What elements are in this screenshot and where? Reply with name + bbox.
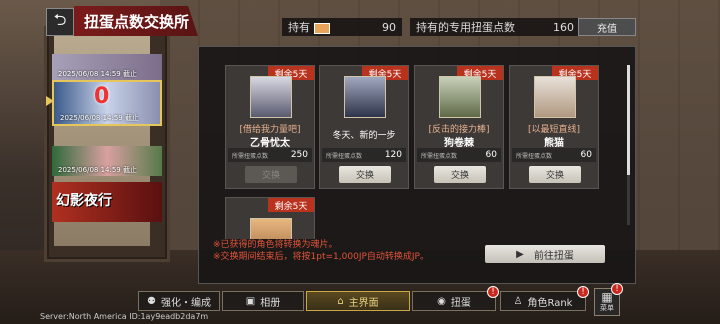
- go-to-gacha-label: 前往扭蛋: [533, 250, 574, 262]
- banner-item[interactable]: 2025/06/08 14:59 截止: [52, 54, 162, 80]
- nav-rank-label: 角色Rank: [527, 297, 573, 309]
- album-icon: ▣: [245, 295, 256, 307]
- exchange-button[interactable]: 交换: [529, 166, 581, 183]
- menu-label: 菜单: [600, 304, 614, 312]
- alert-badge-icon: !: [487, 286, 499, 298]
- cost-row: 所需扭蛋点数 250: [228, 148, 312, 162]
- nav-rank[interactable]: ♙ 角色Rank !: [500, 286, 589, 311]
- character-name: 狗卷棘: [444, 138, 474, 149]
- cost-value: 60: [485, 150, 497, 160]
- menu-button[interactable]: ▦ 菜单 !: [594, 283, 623, 316]
- held-value: 90: [382, 20, 396, 34]
- exchange-card: 剩余5天 [以最短直线] 熊猫 所需扭蛋点数 60 交换: [509, 65, 599, 189]
- banner-date: 2025/06/08 14:59 截止: [60, 114, 139, 122]
- banner-date: 2025/06/08 14:59 截止: [58, 70, 137, 78]
- exchange-card: 剩余5天 冬天、新的一步 所需扭蛋点数 120 交换: [319, 65, 409, 189]
- exchange-card: 剩余5天 [借给我力量吧] 乙骨忧太 所需扭蛋点数 250 交换: [225, 65, 315, 189]
- banner-item-selected[interactable]: 0 2025/06/08 14:59 截止: [52, 80, 162, 126]
- held-label-group: 持有: [288, 19, 330, 35]
- nav-album[interactable]: ▣ 相册: [222, 291, 304, 311]
- exchange-card: 剩余5天 [反击的接力棒] 狗卷棘 所需扭蛋点数 60 交换: [414, 65, 504, 189]
- recharge-button[interactable]: 充值: [578, 18, 636, 36]
- exchange-panel: 剩余5天 [借给我力量吧] 乙骨忧太 所需扭蛋点数 250 交换 剩余5天 冬天…: [198, 46, 636, 284]
- back-arrow-icon: ⮌: [53, 9, 67, 29]
- nav-main[interactable]: ⌂ 主界面: [306, 291, 410, 311]
- banner-item[interactable]: 幻影夜行: [52, 182, 162, 222]
- banner-logo: 幻影夜行: [56, 193, 112, 209]
- nav-album-label: 相册: [260, 297, 281, 309]
- selected-indicator-icon: [46, 96, 54, 106]
- cost-value: 250: [290, 150, 308, 160]
- nav-strengthen[interactable]: ⚉ 强化・编成: [138, 291, 220, 311]
- cost-row: 所需扭蛋点数 60: [512, 148, 596, 162]
- exchange-button[interactable]: 交换: [434, 166, 486, 183]
- character-portrait: [439, 76, 481, 118]
- nav-gacha-label: 扭蛋: [450, 297, 471, 309]
- character-portrait: [250, 76, 292, 118]
- team-icon: ⚉: [147, 295, 156, 307]
- note-line: ※交换期间结束后，将按1pt=1,000JP自动转换成JP。: [213, 252, 429, 262]
- gacha-icon: ◉: [437, 295, 446, 307]
- server-info: Server:North America ID:1ay9eadb2da7m: [40, 312, 209, 321]
- rank-icon: ♙: [513, 295, 523, 307]
- exchange-button[interactable]: 交换: [245, 166, 297, 183]
- character-name: 熊猫: [544, 138, 564, 149]
- nav-main-label: 主界面: [348, 297, 379, 309]
- banner-date: 2025/06/08 14:59 截止: [58, 166, 137, 174]
- play-arrow-icon: ▶: [516, 248, 524, 260]
- home-icon: ⌂: [337, 295, 344, 307]
- exchange-card: 剩余5天: [225, 197, 315, 239]
- exclusive-label: 持有的专用扭蛋点数: [416, 21, 515, 34]
- cost-label: 所需扭蛋点数: [232, 152, 269, 160]
- exchange-grid: 剩余5天 [借给我力量吧] 乙骨忧太 所需扭蛋点数 250 交换 剩余5天 冬天…: [217, 61, 615, 239]
- character-name: 乙骨忧太: [250, 138, 290, 149]
- notes: ※已获得的角色将转换为魂片。 ※交换期间结束后，将按1pt=1,000JP自动转…: [213, 239, 429, 263]
- banner-item[interactable]: 2025/06/08 14:59 截止: [52, 146, 162, 176]
- nav-gacha[interactable]: ◉ 扭蛋 !: [412, 286, 499, 311]
- banner-mark: 0: [94, 84, 110, 109]
- scrollbar-thumb[interactable]: [627, 65, 630, 175]
- ticket-icon: [314, 22, 330, 34]
- banner-list: 2025/06/08 14:59 截止 0 2025/06/08 14:59 截…: [52, 52, 164, 222]
- cost-value: 60: [580, 150, 592, 160]
- cost-row: 所需扭蛋点数 120: [322, 148, 406, 162]
- held-points-display: 持有 90: [282, 18, 402, 36]
- exchange-button[interactable]: 交换: [339, 166, 391, 183]
- exclusive-value: 160: [553, 20, 574, 34]
- character-portrait: [344, 76, 386, 118]
- cost-row: 所需扭蛋点数 60: [417, 148, 501, 162]
- nav-strengthen-label: 强化・编成: [160, 297, 211, 309]
- alert-badge-icon: !: [577, 286, 589, 298]
- card-subtitle: 冬天、新的一步: [332, 131, 396, 141]
- item-portrait: [250, 218, 292, 239]
- remaining-days-badge: 剩余5天: [268, 198, 314, 212]
- alert-badge-icon: !: [611, 283, 623, 295]
- held-label: 持有: [288, 21, 310, 34]
- menu-grid-icon: ▦: [601, 290, 613, 304]
- cost-value: 120: [384, 150, 402, 160]
- note-line: ※已获得的角色将转换为魂片。: [213, 240, 338, 250]
- page-title: 扭蛋点数交换所: [74, 6, 198, 36]
- go-to-gacha-button[interactable]: ▶ 前往扭蛋: [485, 245, 605, 263]
- exclusive-points-display: 持有的专用扭蛋点数 160: [410, 18, 580, 36]
- cost-label: 所需扭蛋点数: [326, 152, 363, 160]
- character-portrait: [534, 76, 576, 118]
- cost-label: 所需扭蛋点数: [421, 152, 458, 160]
- back-button[interactable]: ⮌: [46, 8, 74, 36]
- cost-label: 所需扭蛋点数: [516, 152, 553, 160]
